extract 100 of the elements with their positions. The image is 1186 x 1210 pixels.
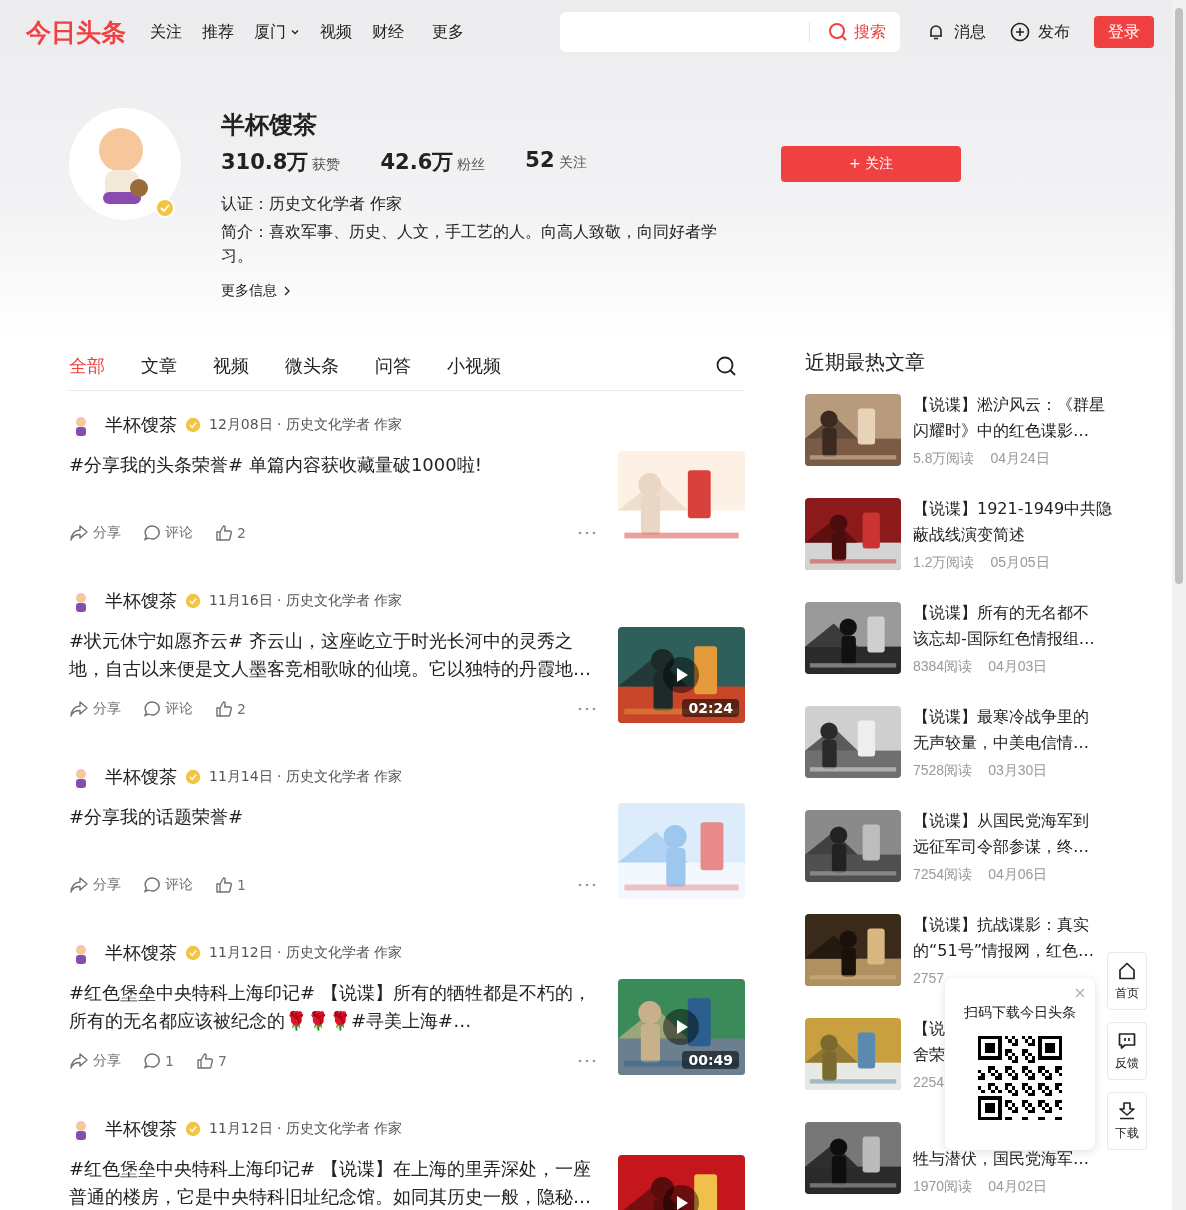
stat-value: 42.6万 bbox=[380, 149, 454, 176]
article-title[interactable]: 【说谍】从国民党海军到 远征军司令部参谋，终… bbox=[913, 808, 1105, 860]
intro-text: 简介：喜欢军事、历史、人文，手工艺的人。向高人致敬，向同好者学习。 bbox=[221, 221, 718, 267]
tab[interactable]: 文章 bbox=[141, 354, 177, 378]
share-icon bbox=[69, 1052, 89, 1070]
post-meta: 11月12日 · 历史文化学者 作家 bbox=[209, 944, 403, 962]
read-count: 1.2万阅读 bbox=[913, 554, 975, 572]
verified-icon bbox=[185, 1121, 201, 1137]
search-field[interactable]: 搜索 bbox=[560, 12, 900, 52]
article-date: 03月30日 bbox=[988, 762, 1048, 780]
play-icon[interactable] bbox=[663, 657, 699, 693]
comment-button[interactable]: 评论 bbox=[143, 876, 193, 894]
search-button[interactable]: 搜索 bbox=[810, 21, 900, 43]
stat-label: 粉丝 bbox=[457, 156, 486, 174]
comment-icon bbox=[143, 524, 161, 542]
qr-title: 扫码下载今日头条 bbox=[964, 1004, 1076, 1022]
thumbs-up-icon bbox=[215, 876, 233, 894]
post-text[interactable]: #分享我的话题荣誉# bbox=[69, 803, 595, 831]
share-button[interactable]: 分享 bbox=[69, 1052, 121, 1070]
post-text[interactable]: #状元休宁如愿齐云# 齐云山，这座屹立于时光长河中的灵秀之地，自古以来便是文人墨客竞相歌咏的仙境。它以独特的丹霞地… bbox=[69, 627, 595, 683]
article-date: 04月02日 bbox=[988, 1178, 1048, 1196]
tab[interactable]: 小视频 bbox=[447, 354, 501, 378]
certification-text: 认证：历史文化学者 作家 bbox=[221, 193, 404, 215]
profile-name: 半杯馊茶 bbox=[221, 110, 318, 141]
more-icon[interactable] bbox=[578, 1059, 596, 1063]
nav-link[interactable]: 财经 bbox=[372, 21, 404, 43]
nav-link[interactable]: 视频 bbox=[320, 21, 352, 43]
tab[interactable]: 微头条 bbox=[285, 354, 339, 378]
article-date: 04月03日 bbox=[988, 658, 1048, 676]
stat-value: 52 bbox=[525, 148, 555, 172]
share-icon bbox=[69, 524, 89, 542]
nav-link[interactable]: 关注 bbox=[150, 21, 182, 43]
share-icon bbox=[69, 700, 89, 718]
article-title[interactable]: 【说谍】抗战谍影：真实 的“51号”情报网，红色… bbox=[913, 912, 1105, 964]
stat-value: 310.8万 bbox=[221, 149, 309, 176]
stat-label: 关注 bbox=[558, 154, 587, 172]
post-text[interactable]: #红色堡垒中央特科上海印记# 【说谍】所有的牺牲都是不朽的，所有的无名都应该被纪念的🌹🌹🌹#寻美上海#… bbox=[69, 979, 595, 1035]
author-name[interactable]: 半杯馊茶 bbox=[105, 941, 177, 965]
post-meta: 11月12日 · 历史文化学者 作家 bbox=[209, 1120, 403, 1138]
publish-button[interactable]: 发布 bbox=[1010, 21, 1070, 43]
message-icon bbox=[1117, 1030, 1137, 1051]
post-meta: 11月16日 · 历史文化学者 作家 bbox=[209, 592, 403, 610]
comment-button[interactable]: 1 bbox=[143, 1052, 174, 1070]
stat-label: 获赞 bbox=[312, 156, 341, 174]
login-button[interactable]: 登录 bbox=[1094, 16, 1154, 48]
search-icon bbox=[828, 22, 848, 42]
read-count: 8384阅读 bbox=[913, 658, 973, 676]
tab[interactable]: 全部 bbox=[69, 354, 105, 378]
author-name[interactable]: 半杯馊茶 bbox=[105, 765, 177, 789]
article-date: 05月05日 bbox=[990, 554, 1050, 572]
article-title[interactable]: 【说谍】最寒冷战争里的 无声较量，中美电信情… bbox=[913, 704, 1105, 756]
author-name[interactable]: 半杯馊茶 bbox=[105, 413, 177, 437]
comment-button[interactable]: 评论 bbox=[143, 524, 193, 542]
share-button[interactable]: 分享 bbox=[69, 700, 121, 718]
more-icon[interactable] bbox=[578, 531, 596, 535]
like-button[interactable]: 7 bbox=[195, 1052, 227, 1070]
verified-icon bbox=[185, 769, 201, 785]
share-button[interactable]: 分享 bbox=[69, 876, 121, 894]
article-date: 04月06日 bbox=[988, 866, 1048, 884]
scrollbar[interactable] bbox=[1172, 0, 1186, 1210]
share-icon bbox=[69, 876, 89, 894]
tab[interactable]: 视频 bbox=[213, 354, 249, 378]
side-tool-button[interactable]: 反馈 bbox=[1107, 1022, 1147, 1080]
article-title[interactable]: 【说谍】所有的无名都不 该忘却-国际红色情报组… bbox=[913, 600, 1105, 652]
nav-link[interactable]: 厦门 bbox=[254, 21, 300, 43]
download-icon bbox=[1117, 1100, 1137, 1121]
like-button[interactable]: 2 bbox=[215, 700, 246, 718]
side-tool-button[interactable]: 下载 bbox=[1107, 1092, 1147, 1150]
tab[interactable]: 问答 bbox=[375, 354, 411, 378]
post-text[interactable]: #红色堡垒中央特科上海印记# 【说谍】在上海的里弄深处，一座普通的楼房，它是中央特科旧址纪念馆。如同其历史一般，隐秘… bbox=[69, 1155, 595, 1210]
plus-circle-icon bbox=[1010, 22, 1030, 42]
article-title[interactable]: 【说谍】淞沪风云：《群星 闪耀时》中的红色谍影… bbox=[913, 392, 1105, 444]
verified-icon bbox=[185, 945, 201, 961]
video-duration: 00:49 bbox=[682, 1051, 739, 1069]
read-count: 2757 bbox=[913, 970, 945, 986]
like-button[interactable]: 1 bbox=[215, 876, 246, 894]
author-name[interactable]: 半杯馊茶 bbox=[105, 589, 177, 613]
side-tool-button[interactable]: 首页 bbox=[1107, 952, 1147, 1010]
search-icon[interactable] bbox=[715, 355, 737, 377]
more-icon[interactable] bbox=[578, 883, 596, 887]
read-count: 1970阅读 bbox=[913, 1178, 973, 1196]
post-text[interactable]: #分享我的头条荣誉# 单篇内容获收藏量破1000啦! bbox=[69, 451, 595, 479]
chevron-icon bbox=[283, 286, 291, 296]
home-icon bbox=[1117, 960, 1137, 981]
nav-link[interactable]: 更多 bbox=[432, 21, 464, 43]
comment-button[interactable]: 评论 bbox=[143, 700, 193, 718]
like-button[interactable]: 2 bbox=[215, 524, 246, 542]
play-icon[interactable] bbox=[663, 1009, 699, 1045]
read-count: 5.8万阅读 bbox=[913, 450, 975, 468]
author-name[interactable]: 半杯馊茶 bbox=[105, 1117, 177, 1141]
more-info-link[interactable]: 更多信息 bbox=[221, 282, 291, 300]
share-button[interactable]: 分享 bbox=[69, 524, 121, 542]
more-icon[interactable] bbox=[578, 707, 596, 711]
verified-icon bbox=[185, 417, 201, 433]
messages-button[interactable]: 消息 bbox=[926, 21, 986, 43]
post-meta: 11月14日 · 历史文化学者 作家 bbox=[209, 768, 403, 786]
follow-button[interactable]: + 关注 bbox=[781, 146, 961, 182]
thumbs-up-icon bbox=[215, 524, 233, 542]
nav-link[interactable]: 推荐 bbox=[202, 21, 234, 43]
avatar-icon bbox=[69, 108, 181, 220]
